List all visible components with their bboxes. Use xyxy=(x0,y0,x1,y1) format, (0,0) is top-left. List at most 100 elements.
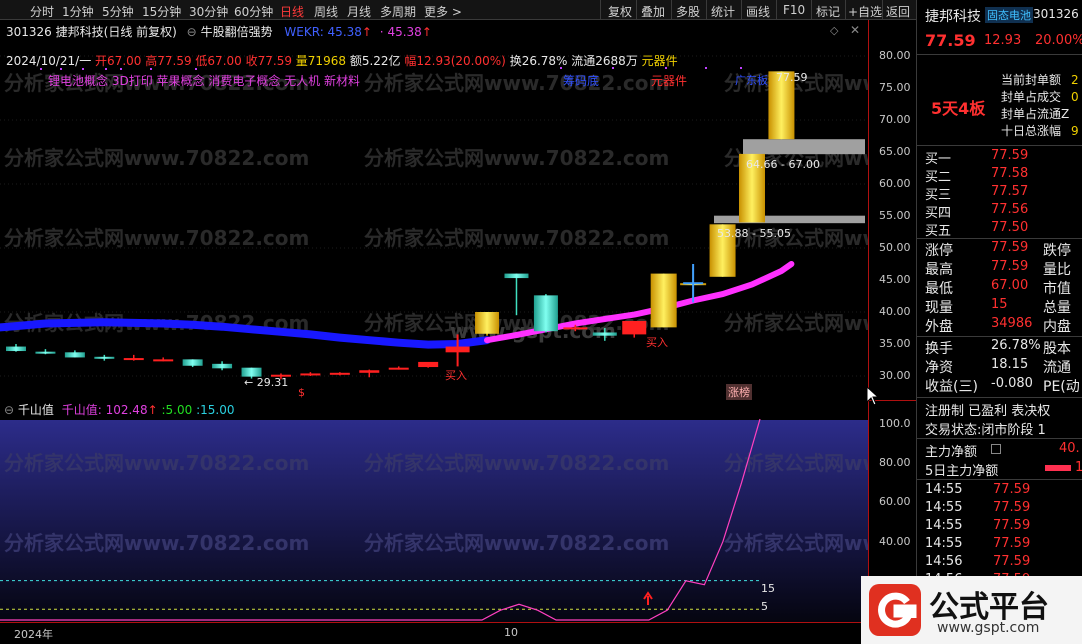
quote-stock-name: 捷邦科技 xyxy=(925,9,981,25)
multi-stock-button[interactable]: 多股 xyxy=(676,3,700,20)
concept-tag[interactable]: 固态电池 xyxy=(985,7,1033,23)
stock-code: 301326 xyxy=(6,25,52,39)
y-tick-label: 70.00 xyxy=(879,113,911,126)
tick-list: 14:55 77.59 14:55 77.59 14:55 77.59 14:55 77.59… xyxy=(917,482,1082,582)
resistance-zone-2 xyxy=(714,215,865,224)
x-year: 2024年 xyxy=(14,628,53,641)
bid-row: 买二 77.58 xyxy=(925,166,1029,185)
sub-watermark: 分析家公式网www.70822.com xyxy=(364,531,669,555)
sub-indicator-name[interactable]: 千山值 xyxy=(18,403,54,417)
quote-change: 12.93 xyxy=(984,33,1022,48)
date-label: 2024/10/21/一 xyxy=(6,54,92,68)
sub-header: ⊖ 千山值 千山值: 102.48↑ :5.00 :15.00 xyxy=(4,401,239,418)
mouse-cursor-icon xyxy=(866,385,880,406)
main-net-icon[interactable] xyxy=(991,444,1001,454)
wekr-value-2: 45.38 xyxy=(387,25,422,39)
sub-indicator-panel[interactable]: 分析家公式网www.70822.com 分析家公式网www.70822.com 分析… xyxy=(0,400,868,622)
qianshan-chart[interactable]: 分析家公式网www.70822.com 分析家公式网www.70822.com 分析… xyxy=(0,400,868,622)
main-net5-bar xyxy=(1045,465,1071,471)
candle-body xyxy=(212,363,233,369)
tab-30min[interactable]: 30分钟 xyxy=(189,3,228,20)
candle-body xyxy=(622,320,647,335)
y-tick-label: 40.00 xyxy=(879,305,911,318)
f10-button[interactable]: F10 xyxy=(783,3,805,17)
resistance-zone-1 xyxy=(743,139,865,155)
quote-price-row: 77.59 12.93 20.00% xyxy=(917,30,1082,52)
stat2-row: 收益(三) -0.080 PE(动 xyxy=(925,376,1080,395)
sub-y-tick-label: 80.00 xyxy=(879,456,911,470)
quote-panel: 捷邦科技 固态电池 301326 77.59 12.93 20.00% 5天4板… xyxy=(861,0,1082,644)
watermark-text: 分析家公式网www.70822.com xyxy=(4,226,309,250)
quote-stock-code: 301326 xyxy=(1033,7,1079,21)
settings-diamond-icon[interactable]: ◇ xyxy=(830,24,838,37)
volume-label: 量71968 xyxy=(295,54,346,68)
wekr-value: WEKR: 45.38 xyxy=(284,25,362,39)
open-label: 开67.00 xyxy=(95,54,142,68)
main-chart-panel[interactable]: 分析家公式网www.70822.com 分析家公式网www.70822.com 分析… xyxy=(0,20,868,400)
tab-multi-period[interactable]: 多周期 xyxy=(380,3,416,20)
y-tick-label: 60.00 xyxy=(879,177,911,190)
candle-body xyxy=(64,352,85,358)
back-button[interactable]: 返回 xyxy=(886,3,910,20)
tick-row: 14:55 77.59 xyxy=(925,482,1031,497)
gspt-logo: 公式平台 www.gspt.com xyxy=(861,576,1082,644)
low-label: 低67.00 xyxy=(195,54,242,68)
quote-price: 77.59 xyxy=(925,31,976,50)
tab-daily[interactable]: 日线 xyxy=(280,3,304,20)
tab-1min[interactable]: 1分钟 xyxy=(62,3,94,20)
candle-body xyxy=(388,367,409,370)
watermark-text: 分析家公式网www.70822.com xyxy=(364,71,669,95)
limit-up-tag[interactable]: 涨榜 xyxy=(726,384,752,400)
float-label: 流通2688万 xyxy=(571,54,638,68)
close-icon[interactable]: ✕ xyxy=(850,23,860,37)
candle-body xyxy=(504,273,529,279)
range-label: 幅12.93(20.00%) xyxy=(404,54,506,68)
y-tick-label: 45.00 xyxy=(879,273,911,286)
collapse-icon[interactable]: ⊖ xyxy=(187,25,197,39)
y-tick-label: 65.00 xyxy=(879,145,911,158)
stat2-row: 换手 26.78% 股本 xyxy=(925,338,1071,357)
indicator-name[interactable]: 牛股翻倍强势 xyxy=(201,25,273,39)
buy-signal-2: 买入 xyxy=(646,336,668,349)
ohlc-row: 2024/10/21/一 开67.00 高77.59 低67.00 收77.59… xyxy=(6,52,678,69)
tab-15min[interactable]: 15分钟 xyxy=(142,3,181,20)
close-label: 收77.59 xyxy=(245,54,292,68)
tab-weekly[interactable]: 周线 xyxy=(314,3,338,20)
tab-minute[interactable]: 分时 xyxy=(30,3,54,20)
draw-line-button[interactable]: 画线 xyxy=(746,3,770,20)
bid-row: 买一 77.59 xyxy=(925,148,1029,167)
line15-label: 15 xyxy=(761,582,775,595)
tab-more[interactable]: 更多 > xyxy=(424,3,462,20)
candle-body xyxy=(592,332,617,336)
statistics-button[interactable]: 统计 xyxy=(711,3,735,20)
stat-row: 涨停 77.59 跌停 xyxy=(925,240,1071,259)
overlay-button[interactable]: 叠加 xyxy=(641,3,665,20)
rehab-button[interactable]: 复权 xyxy=(608,3,632,20)
bid-row: 买三 77.57 xyxy=(925,184,1029,203)
sub-collapse-icon[interactable]: ⊖ xyxy=(4,403,14,417)
logo-g-icon xyxy=(869,584,921,636)
high-label: 高77.59 xyxy=(145,54,192,68)
candle-body xyxy=(6,346,26,352)
watermark-text: 分析家公式网www.70822.com xyxy=(364,146,669,170)
mark-button[interactable]: 标记 xyxy=(816,3,840,20)
candle-body xyxy=(300,373,321,376)
add-watchlist-button[interactable]: +自选 xyxy=(848,3,882,20)
candle-body xyxy=(418,361,439,368)
tab-60min[interactable]: 60分钟 xyxy=(234,3,273,20)
candle-body xyxy=(533,295,558,332)
chart-title-row: 301326 捷邦科技(日线 前复权) ⊖ 牛股翻倍强势 WEKR: 45.38… xyxy=(6,25,432,39)
stat-row: 外盘 34986 内盘 xyxy=(925,316,1071,335)
y-tick-label: 75.00 xyxy=(879,81,911,94)
watermark-text: 分析家公式网www.70822.com xyxy=(364,226,669,250)
sub-v1: 5.00 xyxy=(165,403,193,417)
logo-url: www.gspt.com xyxy=(937,620,1040,636)
tab-5min[interactable]: 5分钟 xyxy=(102,3,134,20)
dollar-marker: $ xyxy=(298,386,305,399)
bid-row: 买五 77.50 xyxy=(925,220,1029,239)
sub-y-tick-label: 60.00 xyxy=(879,495,911,509)
candle-body xyxy=(329,372,350,375)
seal-info: 当前封单额 2 封单占成交 0 封单占流通Z 十日总涨幅 9 xyxy=(1001,73,1079,138)
tab-monthly[interactable]: 月线 xyxy=(347,3,371,20)
info-line-1: 注册制 已盈利 表决权 xyxy=(925,404,1051,419)
